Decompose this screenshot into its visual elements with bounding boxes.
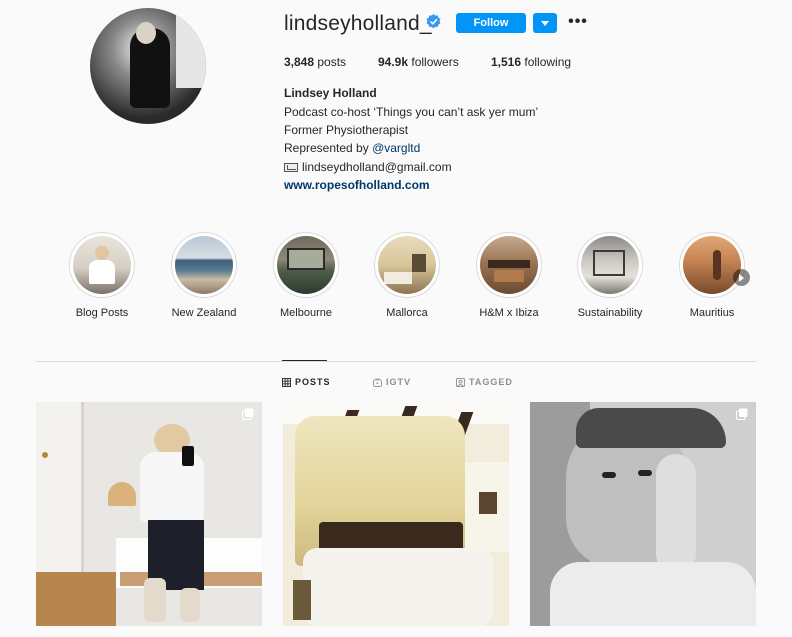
highlight-label: Mauritius: [689, 307, 735, 319]
tab-posts[interactable]: POSTS: [282, 377, 331, 387]
highlight-cover: [679, 232, 745, 298]
multiple-photos-icon: [242, 408, 254, 420]
tabs-divider: [36, 361, 756, 362]
highlight-sustainability[interactable]: Sustainability: [570, 232, 650, 319]
envelope-icon: [284, 163, 298, 172]
bio-line-profession: Former Physiotherapist: [284, 123, 409, 137]
grid-icon: [282, 377, 291, 387]
highlights-next-button[interactable]: [733, 269, 750, 286]
posts-label: posts: [317, 55, 347, 69]
bio-line-email: lindseydholland@gmail.com: [284, 160, 452, 174]
igtv-icon: [373, 377, 382, 387]
more-options-icon[interactable]: •••: [568, 14, 588, 30]
post-thumbnail[interactable]: [530, 402, 756, 626]
following-stat[interactable]: 1,516 following: [491, 55, 571, 69]
follow-button[interactable]: Follow: [456, 13, 526, 33]
multiple-photos-icon: [736, 408, 748, 420]
bio-email: lindseydholland@gmail.com: [302, 160, 452, 174]
followers-label: followers: [411, 55, 459, 69]
posts-count: 3,848: [284, 55, 315, 69]
posts-stat: 3,848 posts: [284, 55, 346, 69]
highlight-cover: [69, 232, 135, 298]
profile-avatar[interactable]: [90, 8, 206, 124]
highlight-cover: [171, 232, 237, 298]
following-label: following: [524, 55, 572, 69]
bio-line-represented: Represented by @vargltd: [284, 141, 420, 155]
tab-igtv[interactable]: IGTV: [373, 377, 411, 387]
highlight-label: H&M x Ibiza: [479, 307, 539, 319]
following-count: 1,516: [491, 55, 522, 69]
tab-label: TAGGED: [469, 377, 513, 387]
highlight-label: Mallorca: [386, 307, 428, 319]
followers-stat[interactable]: 94.9k followers: [378, 55, 459, 69]
highlight-hm-ibiza[interactable]: H&M x Ibiza: [469, 232, 549, 319]
bio-represented-prefix: Represented by: [284, 141, 373, 155]
highlight-melbourne[interactable]: Melbourne: [266, 232, 346, 319]
post-thumbnail[interactable]: [283, 402, 509, 626]
suggested-accounts-dropdown-button[interactable]: [533, 13, 557, 33]
highlight-label: Melbourne: [280, 307, 332, 319]
agency-mention-link[interactable]: @vargltd: [372, 141, 420, 155]
highlight-mallorca[interactable]: Mallorca: [367, 232, 447, 319]
tagged-icon: [456, 377, 465, 387]
highlight-cover: [476, 232, 542, 298]
tab-label: IGTV: [386, 377, 412, 387]
highlight-label: Blog Posts: [75, 307, 129, 319]
highlight-label: New Zealand: [171, 307, 237, 319]
highlight-cover: [577, 232, 643, 298]
profile-username: lindseyholland_: [284, 12, 432, 35]
profile-website-link[interactable]: www.ropesofholland.com: [284, 178, 430, 192]
followers-count: 94.9k: [378, 55, 409, 69]
active-tab-indicator: [282, 360, 327, 361]
tab-label: POSTS: [295, 377, 331, 387]
tab-tagged[interactable]: TAGGED: [456, 377, 513, 387]
verified-badge-icon: [426, 14, 441, 29]
highlight-label: Sustainability: [577, 307, 643, 319]
highlight-cover: [273, 232, 339, 298]
highlight-blog-posts[interactable]: Blog Posts: [62, 232, 142, 319]
highlight-new-zealand[interactable]: New Zealand: [164, 232, 244, 319]
highlight-cover: [374, 232, 440, 298]
bio-line-podcast: Podcast co-host ‘Things you can’t ask ye…: [284, 105, 539, 119]
profile-full-name: Lindsey Holland: [284, 86, 377, 100]
post-thumbnail[interactable]: [36, 402, 262, 626]
